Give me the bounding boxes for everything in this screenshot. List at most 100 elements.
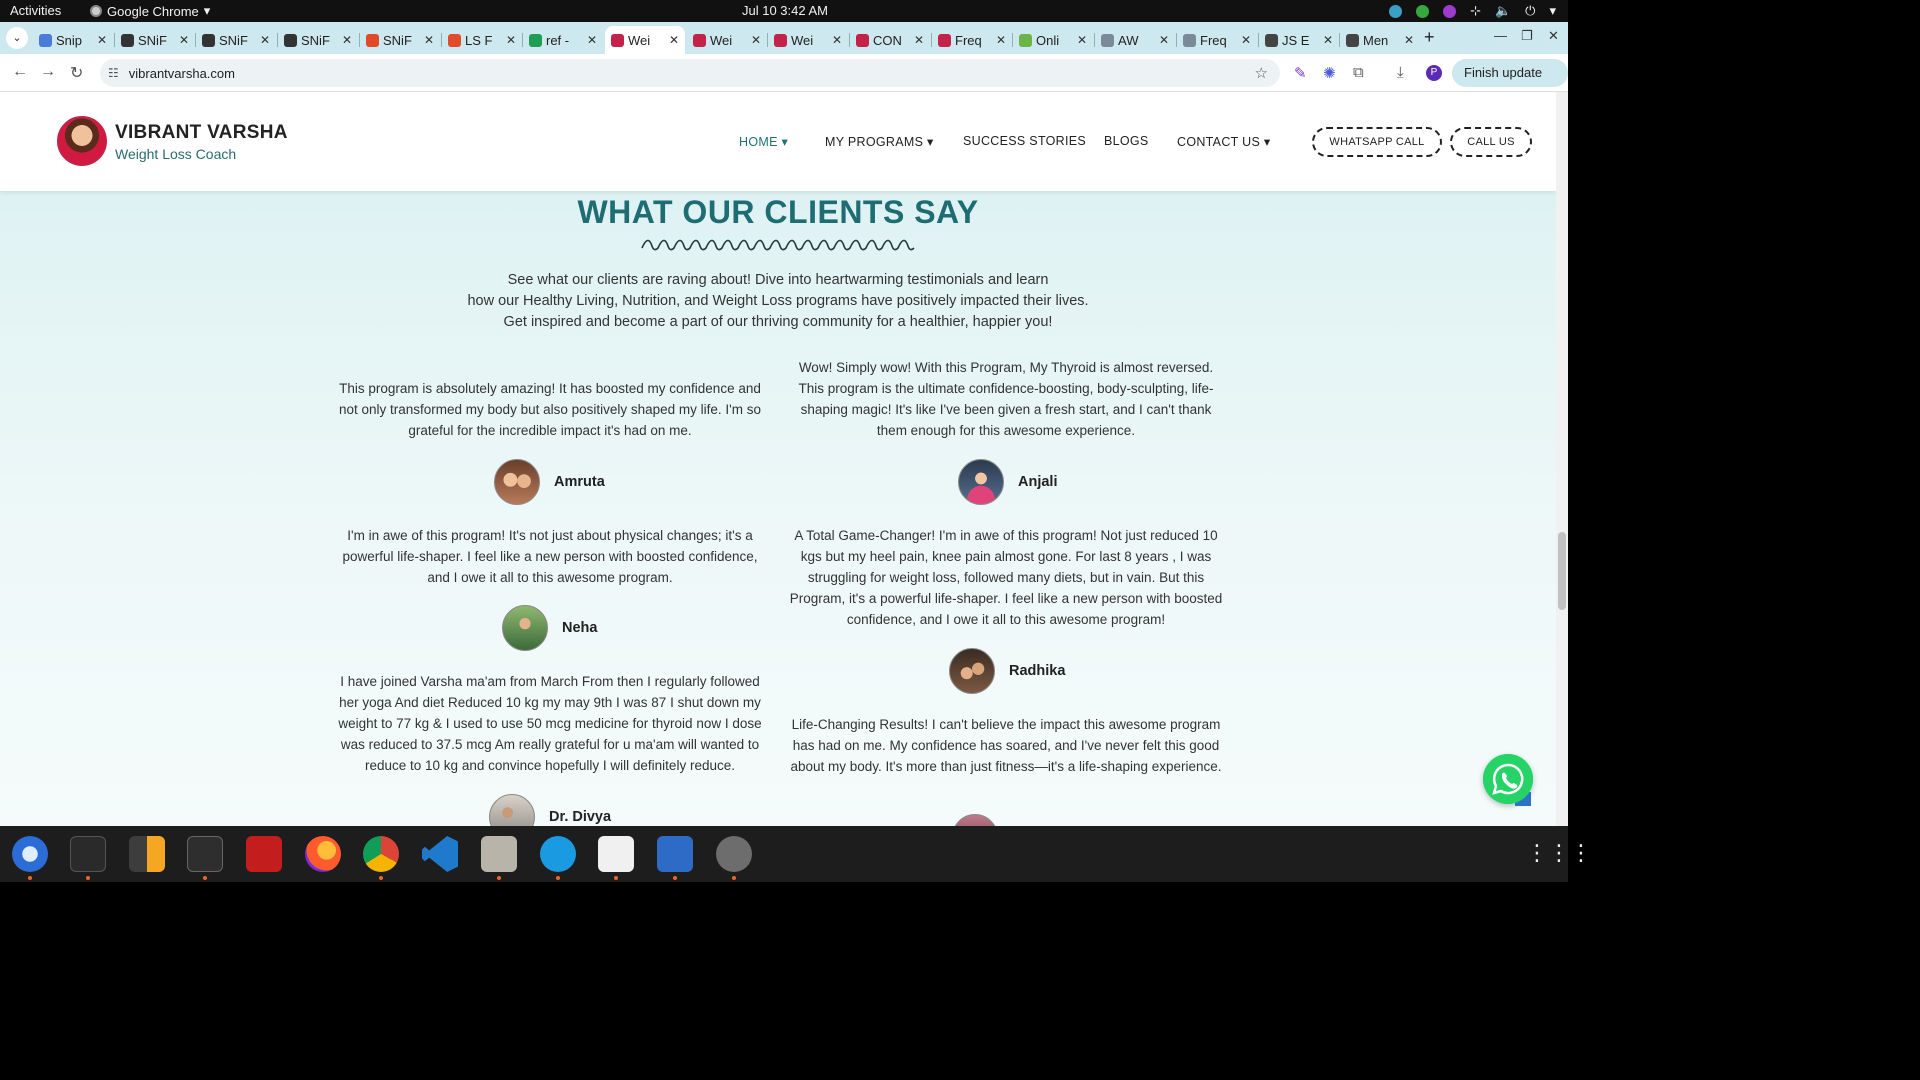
tab-close-icon[interactable]: ✕ — [179, 33, 189, 47]
writer-icon[interactable] — [657, 836, 693, 872]
tab-close-icon[interactable]: ✕ — [260, 33, 270, 47]
files-icon[interactable] — [481, 836, 517, 872]
system-tray[interactable]: ⊹ 🔈 ⏻ ▾ — [1389, 3, 1556, 19]
shield-check-icon[interactable] — [1416, 4, 1430, 18]
browser-tab[interactable]: ref - ✕ — [523, 26, 603, 54]
scrollbar-thumb[interactable] — [1558, 532, 1566, 610]
whatsapp-chat-button[interactable] — [1483, 754, 1533, 806]
browser-tab[interactable]: AW ✕ — [1095, 26, 1175, 54]
nav-home[interactable]: HOME ▾ — [739, 134, 788, 149]
network-icon[interactable]: ⊹ — [1470, 3, 1481, 19]
address-bar[interactable]: ☷ vibrantvarsha.com ☆ — [100, 59, 1280, 87]
browser-tab[interactable]: Men ✕ — [1340, 26, 1420, 54]
site-info-icon[interactable]: ☷ — [108, 66, 119, 80]
page-scrollbar[interactable] — [1556, 92, 1568, 826]
color-icon[interactable] — [1443, 4, 1457, 18]
nav-success-stories[interactable]: SUCCESS STORIES — [963, 134, 1086, 148]
tab-close-icon[interactable]: ✕ — [342, 33, 352, 47]
browser-tab[interactable]: Onli ✕ — [1013, 26, 1093, 54]
tab-search-button[interactable]: ⌄ — [6, 27, 28, 49]
url-text[interactable]: vibrantvarsha.com — [129, 66, 235, 81]
firefox-icon[interactable] — [305, 836, 341, 872]
tab-close-icon[interactable]: ✕ — [1159, 33, 1169, 47]
volume-icon[interactable]: 🔈 — [1495, 3, 1511, 19]
sync-icon[interactable] — [1389, 4, 1403, 18]
browser-tab[interactable]: SNiF ✕ — [278, 26, 358, 54]
running-indicator — [673, 876, 677, 880]
finish-update-button[interactable]: Finish update ⋮ — [1452, 59, 1568, 108]
nav-blogs[interactable]: BLOGS — [1104, 134, 1149, 148]
activities-button[interactable]: Activities — [10, 3, 61, 18]
tab-close-icon[interactable]: ✕ — [996, 33, 1006, 47]
tab-close-icon[interactable]: ✕ — [832, 33, 842, 47]
call-us-button[interactable]: CALL US — [1450, 127, 1532, 157]
power-icon[interactable]: ⏻ — [1525, 3, 1535, 19]
browser-tab[interactable]: Wei ✕ — [768, 26, 848, 54]
whatsapp-icon — [1483, 754, 1533, 804]
browser-tab[interactable]: Freq ✕ — [932, 26, 1012, 54]
tab-close-icon[interactable]: ✕ — [669, 33, 679, 47]
close-window-icon[interactable]: ✕ — [1548, 28, 1559, 44]
filezilla-icon[interactable] — [246, 836, 282, 872]
client-photo — [949, 648, 995, 694]
system-monitor-icon[interactable] — [187, 836, 223, 872]
browser-tab[interactable]: CON ✕ — [850, 26, 930, 54]
bookmark-star-icon[interactable]: ☆ — [1255, 64, 1268, 82]
clock[interactable]: Jul 10 3:42 AM — [742, 3, 828, 18]
tab-close-icon[interactable]: ✕ — [1077, 33, 1087, 47]
tab-close-icon[interactable]: ✕ — [506, 33, 516, 47]
chevron-down-icon[interactable]: ▾ — [1549, 3, 1556, 19]
browser-tab[interactable]: Freq ✕ — [1177, 26, 1257, 54]
browser-tab[interactable]: JS E ✕ — [1259, 26, 1339, 54]
nav-home-label: HOME — [739, 135, 778, 149]
tab-favicon-icon — [366, 33, 379, 47]
back-icon[interactable]: ← — [12, 63, 28, 81]
tab-close-icon[interactable]: ✕ — [97, 33, 107, 47]
tab-title: LS F — [465, 32, 493, 48]
browser-tab[interactable]: LS F ✕ — [442, 26, 522, 54]
tab-favicon-icon — [693, 33, 706, 47]
app-menu[interactable]: Google Chrome ▾ — [90, 3, 210, 19]
browser-tab[interactable]: SNiF ✕ — [360, 26, 440, 54]
vscode-icon[interactable] — [422, 836, 458, 872]
logo-avatar[interactable] — [57, 116, 107, 166]
new-tab-button[interactable]: + — [1424, 27, 1435, 48]
chrome-icon[interactable] — [363, 836, 399, 872]
tab-close-icon[interactable]: ✕ — [914, 33, 924, 47]
tab-close-icon[interactable]: ✕ — [1404, 33, 1414, 47]
profile-avatar[interactable]: P — [1426, 65, 1442, 81]
gear-extension-icon[interactable]: ✺ — [1323, 64, 1336, 82]
extensions-puzzle-icon[interactable]: ⧉ — [1353, 64, 1364, 81]
testimonial-quote: Wow! Simply wow! With this Program, My T… — [798, 360, 1214, 438]
tab-close-icon[interactable]: ✕ — [751, 33, 761, 47]
reload-icon[interactable]: ↻ — [70, 63, 83, 83]
browser-tab[interactable]: Wei ✕ — [687, 26, 767, 54]
tab-title: Wei — [628, 32, 651, 48]
thunderbird-icon[interactable] — [12, 836, 48, 872]
app-grid-icon[interactable]: ⋮⋮⋮ — [1526, 840, 1592, 866]
text-editor-icon[interactable] — [598, 836, 634, 872]
tab-close-icon[interactable]: ✕ — [587, 33, 597, 47]
whatsapp-call-button[interactable]: WHATSAPP CALL — [1312, 127, 1442, 157]
forward-icon[interactable]: → — [40, 63, 56, 81]
tab-close-icon[interactable]: ✕ — [1241, 33, 1251, 47]
browser-tab[interactable]: SNiF ✕ — [196, 26, 276, 54]
dock: ⋮⋮⋮ — [0, 826, 1592, 882]
restore-icon[interactable]: ❐ — [1521, 28, 1533, 44]
brand-name[interactable]: VIBRANT VARSHA — [115, 122, 288, 144]
tab-close-icon[interactable]: ✕ — [424, 33, 434, 47]
tab-close-icon[interactable]: ✕ — [1323, 33, 1333, 47]
nav-my-programs[interactable]: MY PROGRAMS ▾ — [825, 134, 934, 149]
calculator-icon[interactable] — [129, 836, 165, 872]
nav-contact-us[interactable]: CONTACT US ▾ — [1177, 134, 1270, 149]
skype-icon[interactable] — [540, 836, 576, 872]
browser-tab[interactable]: Snip ✕ — [33, 26, 113, 54]
browser-tab[interactable]: Wei ✕ — [605, 26, 685, 54]
terminal-icon[interactable] — [70, 836, 106, 872]
browser-tab[interactable]: SNiF ✕ — [115, 26, 195, 54]
disk-icon[interactable] — [716, 836, 752, 872]
download-icon[interactable]: ⤓ — [1397, 64, 1404, 81]
minimize-icon[interactable]: — — [1494, 28, 1507, 43]
pen-extension-icon[interactable]: ✎ — [1294, 64, 1307, 82]
brand-tagline: Weight Loss Coach — [115, 146, 237, 162]
